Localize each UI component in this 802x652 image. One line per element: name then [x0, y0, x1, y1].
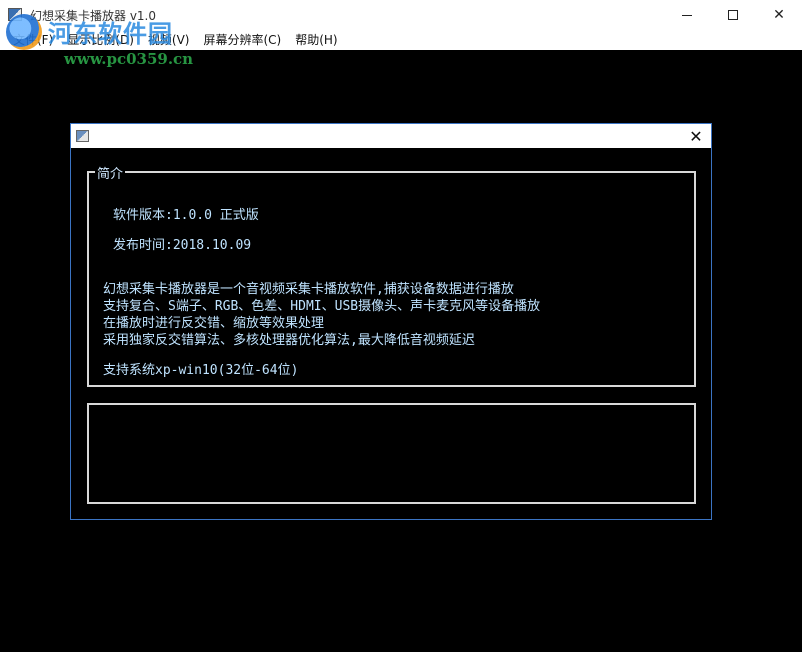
main-title-bar: 幻想采集卡播放器 v1.0 ✕: [0, 0, 802, 30]
app-icon: [8, 8, 22, 21]
menu-file[interactable]: 文件(F): [6, 30, 60, 50]
about-dialog: ✕ 简介 软件版本:1.0.0 正式版 发布时间:2018.10.09 幻想采集…: [70, 123, 712, 520]
close-button[interactable]: ✕: [756, 0, 802, 30]
menu-display-ratio[interactable]: 显示比例(D): [60, 30, 141, 50]
release-date-text: 发布时间:2018.10.09: [113, 238, 252, 253]
minimize-button[interactable]: [664, 0, 710, 30]
dialog-close-button[interactable]: ✕: [681, 124, 711, 148]
close-icon: ✕: [773, 7, 785, 23]
version-text: 软件版本:1.0.0 正式版: [113, 208, 259, 223]
maximize-button[interactable]: [710, 0, 756, 30]
groupbox-title: 简介: [95, 163, 126, 182]
dialog-title-bar: ✕: [71, 124, 711, 148]
watermark-url: www.pc0359.cn: [64, 50, 194, 68]
menu-video[interactable]: 视频(V): [141, 30, 197, 50]
close-icon: ✕: [689, 126, 703, 146]
minimize-icon: [682, 14, 692, 16]
log-textbox[interactable]: [87, 403, 696, 504]
intro-groupbox: 简介 软件版本:1.0.0 正式版 发布时间:2018.10.09 幻想采集卡播…: [87, 163, 696, 387]
menu-bar: 文件(F) 显示比例(D) 视频(V) 屏幕分辨率(C) 帮助(H): [0, 30, 802, 50]
menu-help[interactable]: 帮助(H): [288, 30, 344, 50]
maximize-icon: [728, 10, 738, 20]
description-line: 采用独家反交错算法、多核处理器优化算法,最大降低音视频延迟: [103, 333, 475, 348]
menu-screen-resolution[interactable]: 屏幕分辨率(C): [196, 30, 288, 50]
supported-system-text: 支持系统xp-win10(32位-64位): [103, 363, 299, 378]
dialog-app-icon: [76, 130, 89, 142]
window-title: 幻想采集卡播放器 v1.0: [30, 9, 157, 23]
